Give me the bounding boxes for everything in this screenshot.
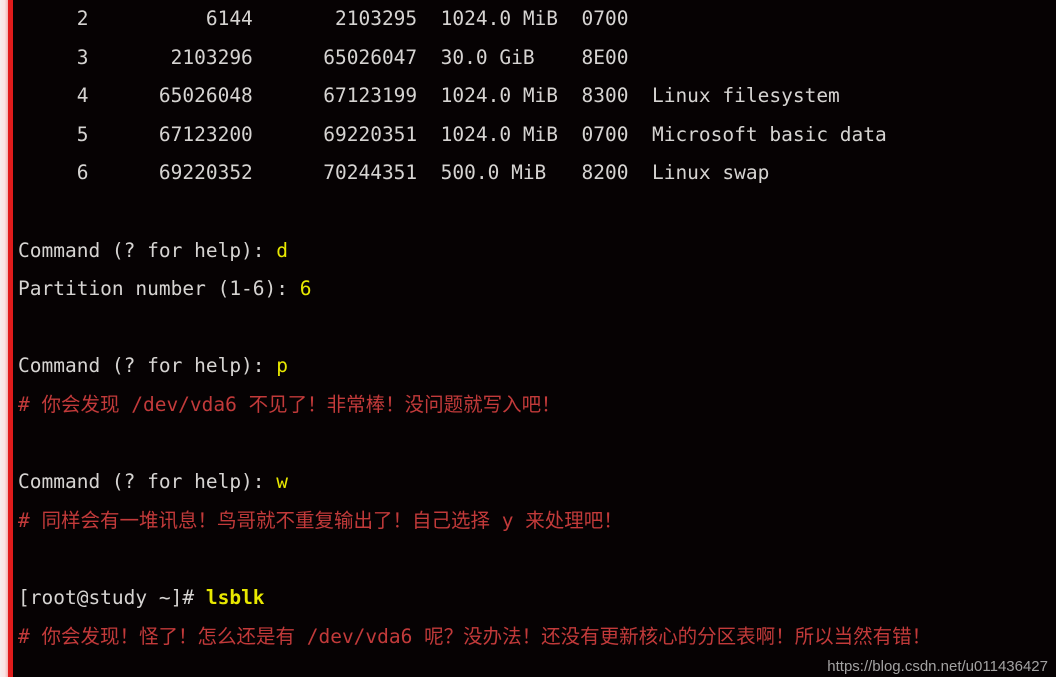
comment-after-write: # 同样会有一堆讯息！鸟哥就不重复输出了！自己选择 y 来处理吧！	[18, 508, 623, 532]
command-input-value: p	[276, 354, 289, 378]
shell-prompt-line: [root@study ~]# lsblk	[18, 579, 1056, 618]
table-row: 3 2103296 65026047 30.0 GiB 8E00	[18, 39, 1056, 78]
terminal-screen: 2 6144 2103295 1024.0 MiB 0700 3 2103296…	[0, 0, 1056, 677]
command-line-write: Command (? for help): w	[18, 463, 1056, 502]
terminal-output-area[interactable]: 2 6144 2103295 1024.0 MiB 0700 3 2103296…	[13, 0, 1056, 677]
command-line-delete: Command (? for help): d	[18, 232, 1056, 271]
window-left-edge-highlight	[0, 0, 8, 677]
shell-command-lsblk: lsblk	[205, 585, 265, 609]
command-input-value: w	[276, 470, 289, 494]
partition-number-value: 6	[299, 277, 312, 301]
comment-after-lsblk: # 你会发现！怪了！怎么还是有 /dev/vda6 呢？没办法！还没有更新核心的…	[18, 624, 932, 648]
table-row-number: 6 69220352 70244351 500.0 MiB 8200 Linux…	[18, 161, 770, 185]
table-row-number: 4 65026048 67123199 1024.0 MiB 8300 Linu…	[18, 84, 840, 108]
table-row: 6 69220352 70244351 500.0 MiB 8200 Linux…	[18, 154, 1056, 193]
command-prompt-label: Command (? for help):	[18, 238, 277, 262]
csdn-watermark: https://blog.csdn.net/u011436427	[827, 658, 1048, 675]
command-prompt-label: Command (? for help):	[18, 354, 277, 378]
shell-prompt-label: [root@study ~]#	[18, 585, 206, 609]
table-row-number: 2 6144 2103295 1024.0 MiB 0700	[18, 7, 652, 30]
table-row: 2 6144 2103295 1024.0 MiB 0700	[18, 0, 1056, 39]
table-row-number: 3 2103296 65026047 30.0 GiB 8E00	[18, 45, 652, 69]
command-line-print: Command (? for help): p	[18, 347, 1056, 386]
table-row: 5 67123200 69220351 1024.0 MiB 0700 Micr…	[18, 116, 1056, 155]
partition-number-label: Partition number (1-6):	[18, 277, 300, 301]
comment-after-delete: # 你会发现 /dev/vda6 不见了！非常棒！没问题就写入吧！	[18, 392, 561, 416]
command-input-value: d	[276, 238, 289, 262]
table-row: 4 65026048 67123199 1024.0 MiB 8300 Linu…	[18, 77, 1056, 116]
command-prompt-label: Command (? for help):	[18, 470, 277, 494]
table-row-number: 5 67123200 69220351 1024.0 MiB 0700 Micr…	[18, 122, 887, 146]
partition-number-line: Partition number (1-6): 6	[18, 270, 1056, 309]
